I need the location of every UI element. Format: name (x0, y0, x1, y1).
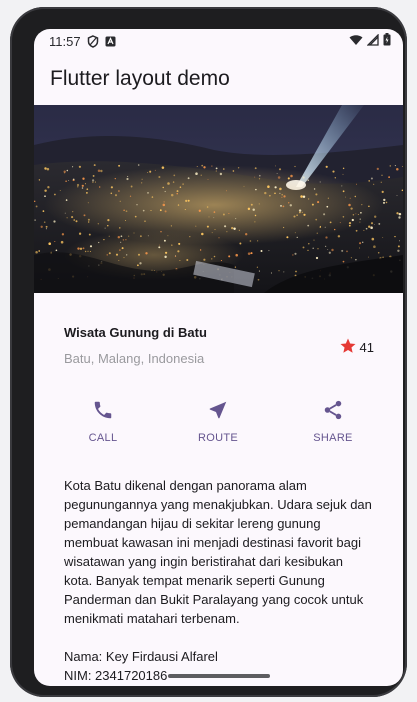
share-button[interactable]: SHARE (298, 399, 368, 444)
author-name: Nama: Key Firdausi Alfarel (64, 649, 218, 664)
status-time: 11:57 (49, 33, 81, 49)
screen: 11:57 Flutter layout demo Wisata Gunung … (34, 29, 403, 686)
call-button[interactable]: CALL (68, 399, 138, 444)
rating: 41 (339, 337, 374, 358)
author-info: Nama: Key Firdausi Alfarel NIM: 23417201… (64, 647, 374, 685)
description-text: Kota Batu dikenal dengan panorama alam p… (64, 478, 372, 626)
shield-icon (87, 34, 99, 48)
route-label: ROUTE (198, 432, 238, 444)
share-label: SHARE (313, 432, 353, 444)
near-me-icon (207, 399, 229, 424)
cellular-icon (366, 32, 379, 49)
action-row: CALL ROUTE SHARE (58, 399, 378, 449)
night-city-photo (34, 105, 403, 293)
place-location: Batu, Malang, Indonesia (64, 351, 205, 366)
place-title: Wisata Gunung di Batu (64, 325, 207, 340)
battery-icon (383, 33, 391, 49)
description-section: Kota Batu dikenal dengan panorama alam p… (64, 476, 374, 685)
app-bar-title: Flutter layout demo (50, 67, 230, 90)
share-icon (322, 399, 344, 424)
route-button[interactable]: ROUTE (183, 399, 253, 444)
hero-image (34, 105, 403, 293)
app-bar: Flutter layout demo (34, 53, 403, 105)
rating-count: 41 (359, 340, 374, 355)
call-icon (92, 399, 114, 424)
home-indicator[interactable] (168, 674, 270, 678)
status-bar: 11:57 (34, 29, 403, 53)
star-icon (339, 337, 357, 358)
phone-frame: 11:57 Flutter layout demo Wisata Gunung … (10, 7, 407, 697)
app-notification-icon (105, 36, 116, 47)
wifi-icon (349, 34, 363, 49)
call-label: CALL (88, 432, 118, 444)
